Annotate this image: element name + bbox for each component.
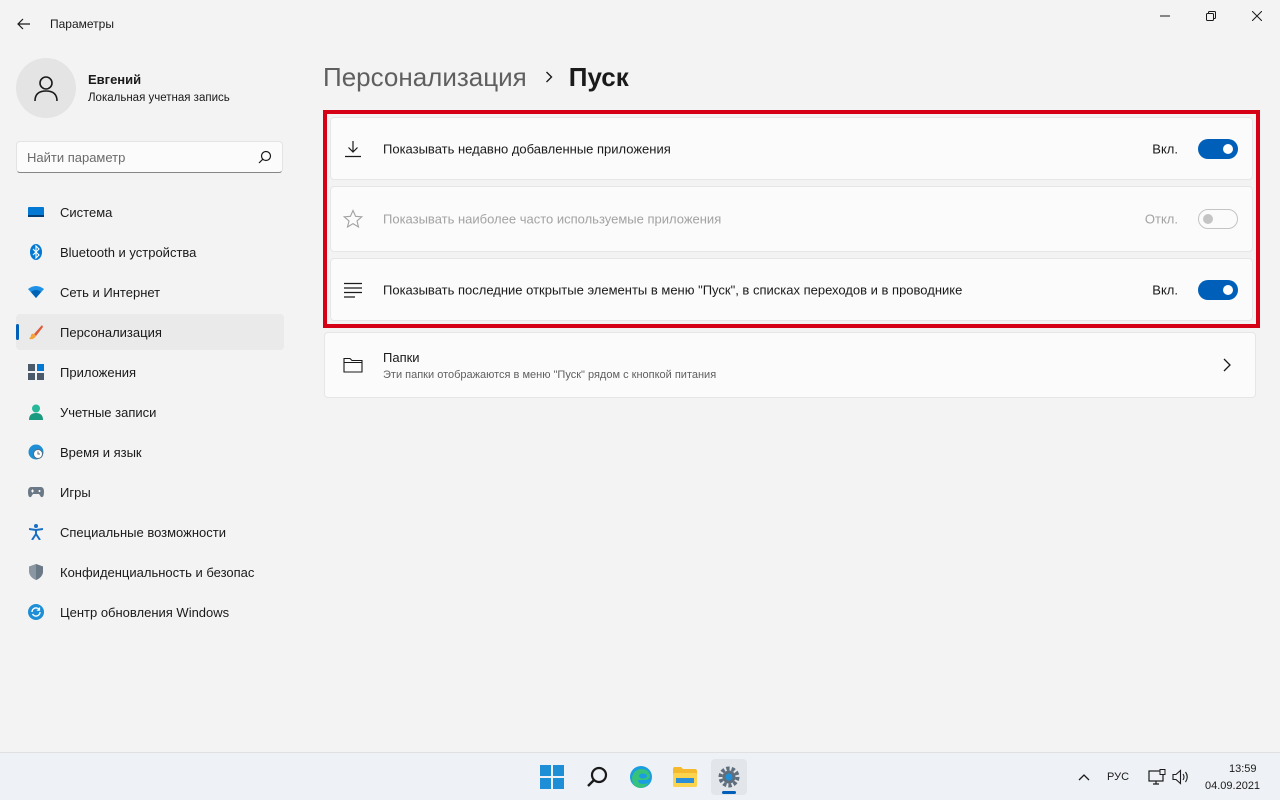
setting-row-recent-items: Показывать последние открытые элементы в… (330, 258, 1253, 321)
show-hidden-icons-button[interactable] (1072, 759, 1096, 795)
recent-items-toggle[interactable] (1198, 279, 1238, 300)
settings-app-button[interactable] (711, 759, 747, 795)
edge-button[interactable] (623, 759, 659, 795)
minimize-icon (1160, 15, 1170, 17)
sidebar-item-accessibility[interactable]: Специальные возможности (16, 514, 284, 550)
sidebar-item-network[interactable]: Сеть и Интернет (16, 274, 284, 310)
globe-clock-icon (28, 444, 44, 460)
minimize-button[interactable] (1142, 0, 1188, 32)
folder-icon (343, 355, 363, 375)
apps-icon (28, 364, 44, 380)
sidebar-item-label: Специальные возможности (60, 525, 226, 540)
sidebar-item-label: Система (60, 205, 113, 220)
clock-time[interactable]: 13:59 (1229, 763, 1257, 775)
breadcrumb: Персонализация Пуск (323, 60, 629, 94)
star-icon (343, 209, 363, 229)
app-title: Параметры (50, 17, 114, 31)
folders-subtitle: Эти папки отображаются в меню "Пуск" ряд… (383, 369, 717, 381)
shield-icon (28, 564, 44, 580)
sidebar-item-label: Конфиденциальность и безопас (60, 565, 255, 580)
network-status-button[interactable] (1146, 759, 1168, 795)
sidebar-item-bluetooth[interactable]: Bluetooth и устройства (16, 234, 284, 270)
clock-date[interactable]: 04.09.2021 (1205, 780, 1260, 792)
download-icon (343, 139, 363, 159)
setting-label: Показывать последние открытые элементы в… (383, 282, 963, 297)
person-icon (28, 404, 44, 420)
person-avatar-icon (34, 76, 58, 102)
start-icon (540, 765, 564, 789)
bluetooth-icon (28, 244, 44, 260)
sidebar-item-label: Время и язык (60, 445, 142, 460)
toggle-state-label: Вкл. (1152, 141, 1178, 156)
settings-icon (718, 766, 740, 788)
setting-label: Показывать недавно добавленные приложени… (383, 141, 671, 156)
setting-label: Показывать наиболее часто используемые п… (383, 211, 722, 227)
taskbar: РУС 13:59 04.09.2021 (0, 752, 1280, 800)
start-button[interactable] (534, 759, 570, 795)
recently-added-toggle[interactable] (1198, 138, 1238, 159)
search-input[interactable] (17, 142, 257, 172)
volume-button[interactable] (1170, 759, 1192, 795)
setting-row-recently-added: Показывать недавно добавленные приложени… (330, 117, 1253, 180)
close-icon (1252, 11, 1262, 21)
user-name: Евгений (88, 72, 142, 87)
sidebar-item-personalization[interactable]: Персонализация (16, 314, 284, 350)
sidebar-item-label: Сеть и Интернет (60, 285, 161, 300)
folders-title: Папки (383, 350, 420, 365)
title-bar: Параметры (0, 0, 1280, 48)
account-type: Локальная учетная запись (88, 92, 230, 104)
sidebar-nav: Система Bluetooth и устройства Сеть и Ин… (16, 194, 284, 634)
sidebar-item-label: Игры (60, 485, 91, 500)
sidebar-item-privacy[interactable]: Конфиденциальность и безопас (16, 554, 284, 590)
language-indicator[interactable]: РУС (1107, 771, 1129, 783)
search-icon[interactable] (258, 150, 272, 164)
search-icon (587, 766, 608, 787)
update-icon (28, 604, 44, 620)
sidebar-item-apps[interactable]: Приложения (16, 354, 284, 390)
avatar (16, 58, 76, 118)
volume-icon (1172, 769, 1188, 785)
sidebar-item-system[interactable]: Система (16, 194, 284, 230)
setting-row-most-used: Показывать наиболее часто используемые п… (330, 186, 1253, 252)
edge-icon (630, 766, 652, 788)
taskbar-search-button[interactable] (579, 759, 615, 795)
chevron-right-icon (545, 71, 553, 83)
breadcrumb-parent[interactable]: Персонализация (323, 62, 527, 93)
restore-icon (1206, 11, 1216, 21)
chevron-up-icon (1078, 774, 1090, 781)
gamepad-icon (28, 484, 44, 500)
explorer-icon (673, 767, 697, 787)
sidebar-item-label: Центр обновления Windows (60, 605, 230, 620)
back-button[interactable] (12, 10, 36, 38)
back-arrow-icon (17, 18, 30, 30)
file-explorer-button[interactable] (667, 759, 703, 795)
sidebar-item-time-language[interactable]: Время и язык (16, 434, 284, 470)
chevron-right-icon (1223, 358, 1231, 372)
settings-search (16, 141, 283, 173)
toggle-state-label: Вкл. (1152, 282, 1178, 297)
wifi-icon (28, 284, 44, 300)
brush-icon (28, 324, 44, 340)
close-button[interactable] (1234, 0, 1280, 32)
sidebar-item-label: Приложения (60, 365, 137, 380)
sidebar-item-label: Bluetooth и устройства (60, 245, 197, 260)
most-used-toggle[interactable] (1198, 209, 1238, 229)
toggle-state-label: Откл. (1144, 211, 1178, 227)
network-icon (1148, 769, 1166, 785)
sidebar-item-accounts[interactable]: Учетные записи (16, 394, 284, 430)
sidebar-item-windows-update[interactable]: Центр обновления Windows (16, 594, 284, 630)
accessibility-icon (28, 524, 44, 540)
user-profile[interactable]: Евгений Локальная учетная запись (16, 58, 286, 118)
system-icon (28, 204, 44, 220)
restore-button[interactable] (1188, 0, 1234, 32)
sidebar-item-label: Учетные записи (60, 405, 157, 420)
sidebar-item-label: Персонализация (60, 325, 162, 340)
sidebar-item-gaming[interactable]: Игры (16, 474, 284, 510)
folders-link[interactable]: Папки Эти папки отображаются в меню "Пус… (324, 332, 1256, 398)
page-title: Пуск (568, 61, 629, 92)
list-icon (343, 280, 363, 300)
